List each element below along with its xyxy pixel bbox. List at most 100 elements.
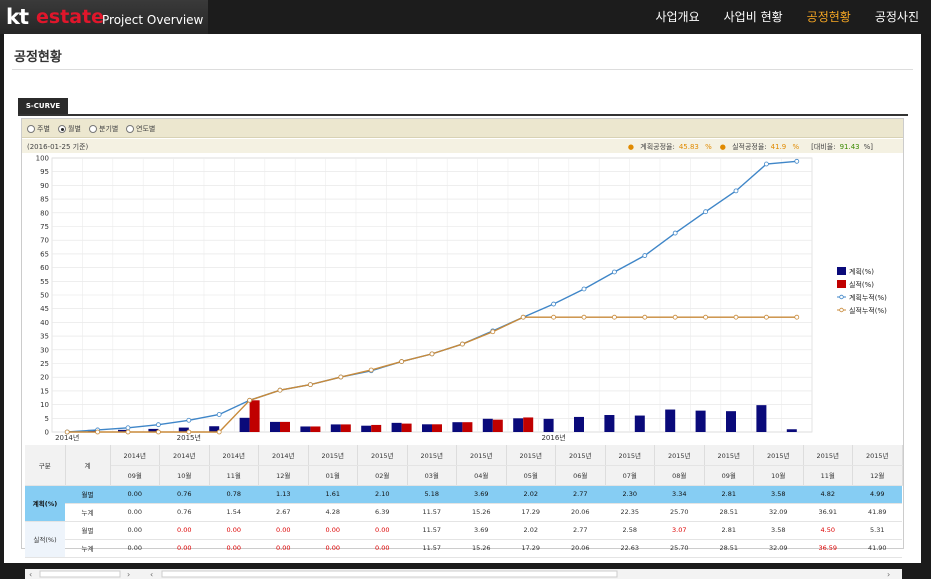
bar-plan — [543, 418, 554, 432]
table-cell: 0.00 — [258, 539, 308, 558]
table-cell: 3.58 — [753, 485, 803, 504]
plan-rate: ● 계획공정율: 45.83 % — [627, 143, 712, 151]
legend-label: 실적(%) — [849, 280, 874, 289]
point-actual-cum — [277, 387, 283, 393]
x-year-label: 2014년 — [55, 433, 79, 442]
table-cell: 4.99 — [852, 485, 902, 504]
horizontal-scrollbar[interactable]: ‹ › ‹ › — [25, 569, 902, 579]
table-cell: 2.02 — [506, 485, 556, 504]
page-title: 공정현황 — [14, 50, 62, 65]
bar-actual — [523, 417, 534, 432]
col-header-year: 2015년 — [852, 445, 903, 466]
table-row: 누계 0.00 0.00 0.00 0.00 0.00 0.00 11.57 15.26 17.2… — [25, 539, 902, 558]
point-actual-cum — [216, 429, 222, 435]
table-cell: 2.58 — [605, 521, 655, 540]
table-cell: 36.91 — [803, 503, 853, 522]
table-cell: 25.70 — [654, 539, 704, 558]
x-tick-label: 09월 — [60, 442, 75, 443]
col-header-year: 2015년 — [506, 445, 556, 466]
period-option-0[interactable]: 주별 — [27, 124, 50, 134]
radio-button[interactable] — [126, 125, 134, 133]
main-nav: 사업개요 사업비 현황 공정현황 공정사진 — [643, 0, 931, 34]
col-header-month: 01월 — [308, 465, 358, 486]
table-cell: 15.26 — [456, 539, 506, 558]
radio-button[interactable] — [89, 125, 97, 133]
scroll-right-icon[interactable]: › — [887, 570, 890, 579]
table-cell: 22.35 — [605, 503, 655, 522]
legend-swatch — [837, 280, 846, 288]
point-plan-cum — [551, 301, 556, 307]
col-header-year: 2015년 — [654, 445, 705, 466]
scroll-thumb-left[interactable] — [39, 570, 121, 578]
col-header-month: 09월 — [704, 465, 754, 486]
logo-subtitle: Project Overview — [102, 13, 204, 27]
table-cell: 0.76 — [159, 503, 209, 522]
bar-plan — [574, 416, 584, 432]
table-cell: 3.58 — [753, 521, 803, 540]
scroll-thumb-main[interactable] — [161, 570, 618, 578]
table-cell: 22.63 — [605, 539, 655, 558]
x-tick-label: 10월 — [90, 442, 105, 443]
point-actual-cum — [581, 314, 587, 320]
rate-summary: ● 계획공정율: 45.83 % ● 실적공정율: 41.9 % [대비율: 91.4… — [620, 142, 873, 152]
point-actual-cum — [247, 397, 253, 403]
y-tick-label: 5 — [45, 415, 49, 423]
bar-plan — [239, 417, 250, 432]
bar-plan — [665, 409, 676, 432]
period-option-1[interactable]: 월별 — [58, 124, 81, 134]
x-tick-label: 09월 — [424, 442, 439, 443]
point-plan-cum — [642, 253, 648, 258]
x-year-label: 2015년 — [177, 433, 201, 442]
y-tick-label: 30 — [40, 346, 49, 354]
tab-s-curve[interactable]: S-CURVE — [18, 98, 68, 115]
table-cell: 41.90 — [852, 539, 902, 558]
period-option-3[interactable]: 연도별 — [126, 124, 155, 134]
content-area: 공정현황 S-CURVE 주별 월별 분기별 연도별 (2016-01-25 기준) … — [4, 34, 921, 579]
col-header-month: 04월 — [456, 465, 507, 486]
nav-item-1[interactable]: 사업비 현황 — [712, 0, 795, 34]
bar-actual — [249, 400, 260, 432]
point-plan-cum — [733, 188, 739, 194]
scroll-left-icon[interactable]: ‹ — [29, 570, 32, 579]
period-label: 주별 — [37, 125, 50, 133]
nav-item-2[interactable]: 공정현황 — [795, 0, 863, 34]
col-header-month: 12월 — [852, 465, 903, 486]
radio-button[interactable] — [27, 125, 35, 133]
table-cell: 2.02 — [506, 521, 556, 540]
scroll-left-icon[interactable]: ‹ — [150, 570, 153, 579]
col-header-year: 2015년 — [605, 445, 655, 466]
x-tick-label: 12월 — [151, 442, 166, 443]
table-cell: 2.30 — [605, 485, 655, 504]
table-header-year: 구분 계 2014년 2014년 2014년 2014년 2015년 2015년 2015년 20… — [25, 445, 903, 486]
period-label: 연도별 — [136, 125, 156, 133]
point-actual-cum — [459, 341, 465, 347]
x-tick-label: 06월 — [698, 442, 713, 443]
point-actual-cum — [551, 314, 556, 320]
legend-label: 실적누적(%) — [849, 306, 887, 315]
bar-actual — [280, 421, 290, 432]
legend-marker — [839, 307, 844, 313]
scroll-right-icon[interactable]: › — [127, 570, 130, 579]
table-cell: 3.69 — [456, 485, 506, 504]
y-tick-label: 85 — [40, 196, 49, 204]
y-tick-label: 25 — [40, 360, 49, 368]
y-tick-label: 100 — [36, 155, 49, 163]
period-option-2[interactable]: 분기별 — [89, 124, 118, 134]
bar-plan — [270, 421, 280, 432]
col-header-year: 2015년 — [308, 445, 358, 466]
table-cell: 17.29 — [506, 539, 556, 558]
point-actual-cum — [125, 429, 131, 435]
table-cell: 5.31 — [852, 521, 902, 540]
point-actual-cum — [520, 314, 526, 320]
nav-item-3[interactable]: 공정사진 — [863, 0, 931, 34]
radio-button[interactable] — [58, 125, 66, 133]
nav-item-0[interactable]: 사업개요 — [643, 0, 711, 34]
table-cell: 3.69 — [456, 521, 506, 540]
logo[interactable]: kt estate Project Overview — [0, 0, 208, 34]
table-header-month: 09월 10월 11월 12월 01월 02월 03월 04월 05월 06월 07월 08월 09월 1… — [25, 465, 903, 486]
table-cell: 1.54 — [209, 503, 259, 522]
y-tick-label: 55 — [40, 278, 49, 286]
title-divider — [12, 69, 913, 70]
top-bar: kt estate Project Overview 사업개요 사업비 현황 공정현… — [0, 0, 931, 34]
x-tick-label: 02월 — [212, 442, 227, 443]
